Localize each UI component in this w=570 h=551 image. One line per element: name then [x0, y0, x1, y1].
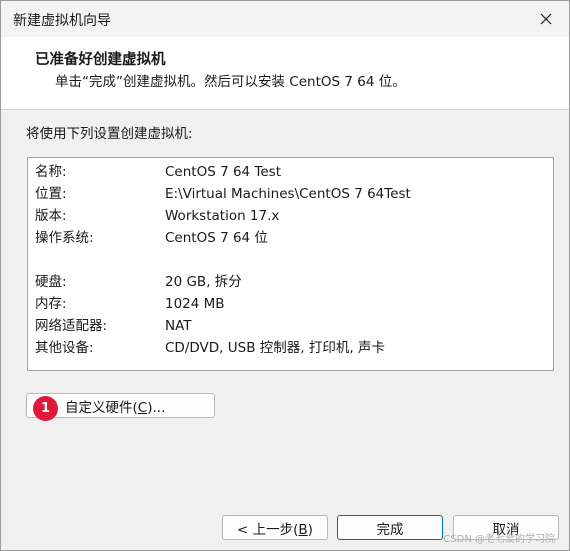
back-label: < 上一步(B) [237, 521, 313, 538]
customize-label: 自定义硬件(C)... [65, 399, 166, 416]
setting-value: 1024 MB [165, 296, 225, 312]
setting-label: 位置: [35, 186, 67, 202]
step-badge: 1 [33, 396, 58, 421]
watermark: CSDN @老七爱的学习院 [443, 534, 555, 545]
setting-row-network: 网络适配器: NAT [35, 316, 555, 336]
intro-text: 将使用下列设置创建虚拟机: [26, 126, 193, 142]
setting-value: CD/DVD, USB 控制器, 打印机, 声卡 [165, 340, 385, 356]
setting-label: 硬盘: [35, 274, 67, 290]
setting-label: 操作系统: [35, 230, 94, 246]
setting-value: 20 GB, 拆分 [165, 274, 242, 290]
setting-row-memory: 内存: 1024 MB [35, 294, 555, 314]
window-title: 新建虚拟机向导 [13, 13, 111, 29]
setting-row-name: 名称: CentOS 7 64 Test [35, 162, 555, 182]
back-button[interactable]: < 上一步(B) [222, 515, 328, 540]
setting-row-os: 操作系统: CentOS 7 64 位 [35, 228, 555, 248]
page-subtitle: 单击“完成”创建虚拟机。然后可以安装 CentOS 7 64 位。 [55, 74, 406, 90]
setting-value: CentOS 7 64 位 [165, 230, 268, 246]
setting-row-location: 位置: E:\Virtual Machines\CentOS 7 64Test [35, 184, 555, 204]
setting-label: 名称: [35, 164, 67, 180]
setting-label: 版本: [35, 208, 67, 224]
page-title: 已准备好创建虚拟机 [35, 52, 166, 68]
settings-summary: 名称: CentOS 7 64 Test 位置: E:\Virtual Mach… [27, 157, 554, 371]
setting-label: 其他设备: [35, 340, 94, 356]
setting-value: CentOS 7 64 Test [165, 164, 282, 180]
finish-button[interactable]: 完成 [337, 515, 443, 540]
setting-value: Workstation 17.x [165, 208, 280, 224]
setting-row-version: 版本: Workstation 17.x [35, 206, 555, 226]
setting-row-disk: 硬盘: 20 GB, 拆分 [35, 272, 555, 292]
wizard-header: 已准备好创建虚拟机 单击“完成”创建虚拟机。然后可以安装 CentOS 7 64… [1, 37, 569, 110]
setting-value: NAT [165, 318, 192, 334]
close-icon [540, 13, 552, 25]
setting-row-devices: 其他设备: CD/DVD, USB 控制器, 打印机, 声卡 [35, 338, 555, 358]
wizard-window: 新建虚拟机向导 已准备好创建虚拟机 单击“完成”创建虚拟机。然后可以安装 Cen… [0, 0, 570, 551]
close-button[interactable] [523, 1, 569, 37]
title-bar: 新建虚拟机向导 [1, 1, 569, 37]
setting-label: 内存: [35, 296, 67, 312]
setting-value: E:\Virtual Machines\CentOS 7 64Test [165, 186, 411, 202]
setting-label: 网络适配器: [35, 318, 108, 334]
